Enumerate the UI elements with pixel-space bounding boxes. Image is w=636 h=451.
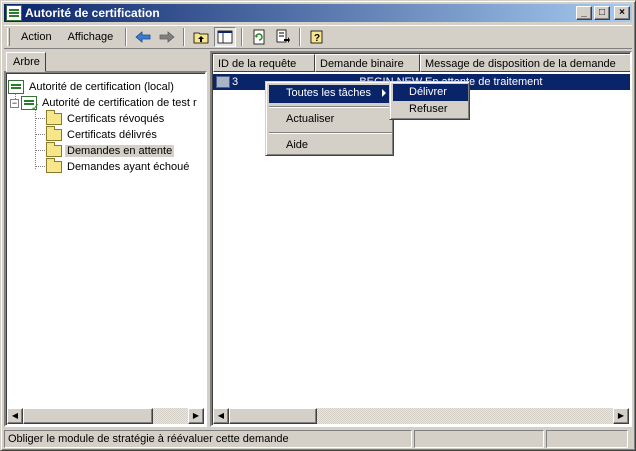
forward-button[interactable]	[156, 27, 178, 47]
tab-tree[interactable]: Arbre	[6, 52, 46, 72]
tree-line	[35, 166, 45, 167]
scroll-right-button[interactable]: ▶	[613, 408, 629, 424]
status-panel	[546, 430, 628, 448]
export-list-button[interactable]	[272, 27, 294, 47]
context-menu: Toutes les tâches Actualiser Aide	[265, 81, 394, 156]
toolbar-separator	[125, 28, 128, 46]
certificate-authority-icon	[8, 80, 24, 94]
menu-action[interactable]: Action	[13, 29, 60, 45]
svg-text:?: ?	[314, 33, 320, 44]
tree-item-label: Certificats délivrés	[67, 129, 157, 141]
menu-item-help[interactable]: Aide	[269, 137, 392, 155]
left-pane-tabs: Arbre	[4, 51, 207, 72]
certificate-authority-running-icon	[21, 96, 40, 114]
menu-toolbar: Action Affichage ?	[4, 25, 632, 49]
console-tree[interactable]: Autorité de certification (local) − Auto…	[4, 71, 207, 427]
all-tasks-submenu: Délivrer Refuser	[389, 81, 470, 120]
menu-view[interactable]: Affichage	[60, 29, 122, 45]
menu-item-issue[interactable]: Délivrer	[393, 84, 468, 101]
collapse-icon[interactable]: −	[10, 98, 19, 108]
scroll-thumb[interactable]	[229, 408, 317, 424]
back-button[interactable]	[132, 27, 154, 47]
close-button[interactable]: ×	[614, 6, 630, 20]
folder-icon	[46, 126, 62, 141]
menu-item-deny[interactable]: Refuser	[393, 101, 468, 118]
tree-item-label: Demandes en attente	[65, 145, 175, 157]
toolbar-grip[interactable]	[7, 28, 10, 46]
toolbar-separator	[241, 28, 244, 46]
tree-horizontal-scrollbar[interactable]: ◀ ▶	[7, 408, 204, 424]
mmc-window: Autorité de certification _ □ × Action A…	[0, 0, 636, 451]
list-horizontal-scrollbar[interactable]: ◀ ▶	[213, 408, 629, 424]
maximize-button[interactable]: □	[594, 6, 610, 20]
certificate-authority-icon	[6, 5, 22, 21]
tree-item-local-ca[interactable]: Autorité de certification (local)	[8, 79, 176, 95]
column-header-disposition-message[interactable]: Message de disposition de la demande	[420, 54, 630, 72]
column-header-request-id[interactable]: ID de la requête	[213, 54, 315, 72]
show-hide-tree-button[interactable]	[214, 27, 237, 47]
tree-item-pending-requests[interactable]: Demandes en attente	[46, 142, 175, 159]
tree-line	[35, 134, 45, 135]
status-bar: Obliger le module de stratégie à réévalu…	[4, 430, 632, 448]
window-title: Autorité de certification	[25, 6, 160, 20]
menu-item-refresh[interactable]: Actualiser	[269, 111, 392, 129]
tree-item-label: Autorité de certification (local)	[29, 81, 174, 93]
help-icon: ?	[310, 30, 323, 44]
scroll-left-button[interactable]: ◀	[7, 408, 23, 424]
scroll-left-button[interactable]: ◀	[213, 408, 229, 424]
up-folder-icon	[193, 32, 209, 44]
toolbar-separator	[183, 28, 186, 46]
export-list-icon	[276, 29, 291, 43]
tree-item-label: Autorité de certification de test r	[42, 97, 197, 109]
menu-separator	[269, 132, 392, 134]
back-arrow-icon	[135, 31, 151, 43]
help-button[interactable]: ?	[306, 27, 328, 47]
title-bar[interactable]: Autorité de certification _ □ ×	[4, 4, 632, 22]
tree-item-test-ca[interactable]: − Autorité de certification de test r	[10, 95, 199, 114]
request-id-cell: 3	[232, 76, 239, 88]
tree-item-label: Demandes ayant échoué	[67, 161, 190, 173]
scroll-thumb[interactable]	[23, 408, 153, 424]
forward-arrow-icon	[159, 31, 175, 43]
menu-item-all-tasks[interactable]: Toutes les tâches	[269, 85, 392, 103]
open-folder-icon	[46, 142, 62, 157]
folder-icon	[46, 158, 62, 173]
tree-item-revoked-certificates[interactable]: Certificats révoqués	[46, 110, 166, 127]
menu-separator	[269, 106, 392, 108]
refresh-button[interactable]	[248, 27, 270, 47]
tree-item-label: Certificats révoqués	[67, 113, 165, 125]
folder-icon	[46, 110, 62, 125]
status-panel	[414, 430, 544, 448]
refresh-icon	[253, 29, 265, 45]
request-icon	[216, 76, 230, 88]
submenu-arrow-icon	[382, 89, 386, 97]
toolbar-separator	[299, 28, 302, 46]
tree-line	[35, 118, 45, 119]
tree-line	[35, 150, 45, 151]
show-hide-tree-icon	[217, 30, 233, 44]
tree-item-issued-certificates[interactable]: Certificats délivrés	[46, 126, 159, 143]
tree-item-failed-requests[interactable]: Demandes ayant échoué	[46, 158, 191, 175]
up-one-level-button[interactable]	[190, 27, 212, 47]
minimize-button[interactable]: _	[576, 6, 592, 20]
status-message: Obliger le module de stratégie à réévalu…	[4, 430, 412, 448]
column-header-binary-request[interactable]: Demande binaire	[315, 54, 420, 72]
menu-item-label: Toutes les tâches	[286, 87, 371, 99]
scroll-right-button[interactable]: ▶	[188, 408, 204, 424]
